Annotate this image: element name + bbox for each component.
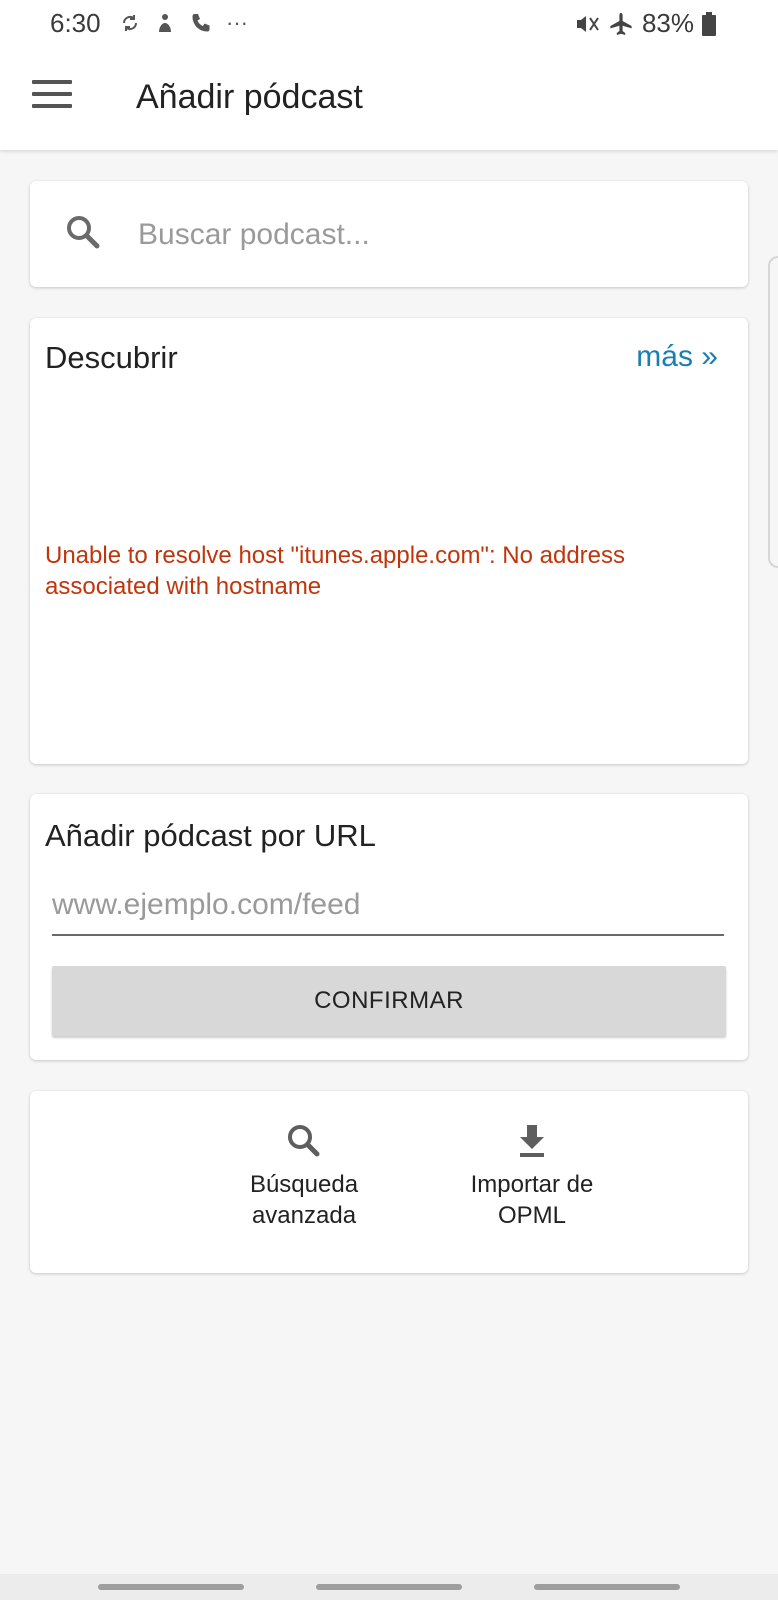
confirm-button[interactable]: CONFIRMAR — [52, 966, 726, 1036]
search-icon — [67, 216, 100, 249]
nav-home-button[interactable] — [316, 1584, 462, 1590]
advanced-search-button[interactable]: Búsqueda avanzada — [204, 1121, 404, 1231]
discover-title: Descubrir — [45, 340, 178, 375]
status-bar: 6:30 ··· 83% — [0, 0, 778, 48]
battery-icon — [702, 11, 716, 36]
advanced-search-label-line1: Búsqueda — [249, 1171, 359, 1198]
add-by-url-card: Añadir pódcast por URL CONFIRMAR — [30, 794, 748, 1060]
page-title: Añadir pódcast — [136, 78, 363, 116]
search-card — [30, 181, 748, 287]
search-icon — [288, 1125, 320, 1157]
status-notification-icons: ··· — [120, 10, 248, 36]
app-bar: Añadir pódcast — [0, 48, 778, 150]
hamburger-menu-icon[interactable] — [32, 80, 72, 116]
import-opml-label-line2: OPML — [497, 1202, 566, 1229]
status-right: 83% — [574, 8, 716, 39]
import-opml-label-line1: Importar de — [470, 1171, 594, 1198]
add-by-url-title: Añadir pódcast por URL — [45, 818, 376, 853]
sync-icon — [122, 15, 138, 31]
advanced-search-label-line2: avanzada — [251, 1202, 357, 1229]
discover-error-message: Unable to resolve host "itunes.apple.com… — [45, 542, 626, 600]
phone-icon — [192, 14, 210, 32]
nav-back-button[interactable] — [534, 1584, 680, 1590]
screen: 6:30 ··· 83% Añadir pódcast Buscar podca… — [0, 0, 778, 1600]
import-opml-button[interactable]: Importar de OPML — [432, 1121, 632, 1231]
nav-recents-button[interactable] — [98, 1584, 244, 1590]
status-time: 6:30 — [50, 8, 101, 38]
feed-url-input[interactable] — [52, 880, 724, 936]
search-podcast-input[interactable] — [136, 211, 700, 259]
actions-card: Búsqueda avanzada Importar de OPML — [30, 1091, 748, 1273]
more-notifications-icon: ··· — [226, 10, 248, 35]
system-navigation-bar — [0, 1574, 778, 1600]
airplane-mode-icon — [610, 12, 632, 35]
edge-panel-handle[interactable] — [768, 256, 778, 568]
mute-vibrate-icon — [576, 15, 599, 32]
meditation-icon — [159, 14, 171, 32]
discover-more-link[interactable]: más » — [636, 340, 718, 374]
download-icon — [520, 1125, 544, 1157]
discover-card: Descubrir más » Unable to resolve host "… — [30, 318, 748, 764]
battery-percent: 83% — [641, 8, 694, 38]
